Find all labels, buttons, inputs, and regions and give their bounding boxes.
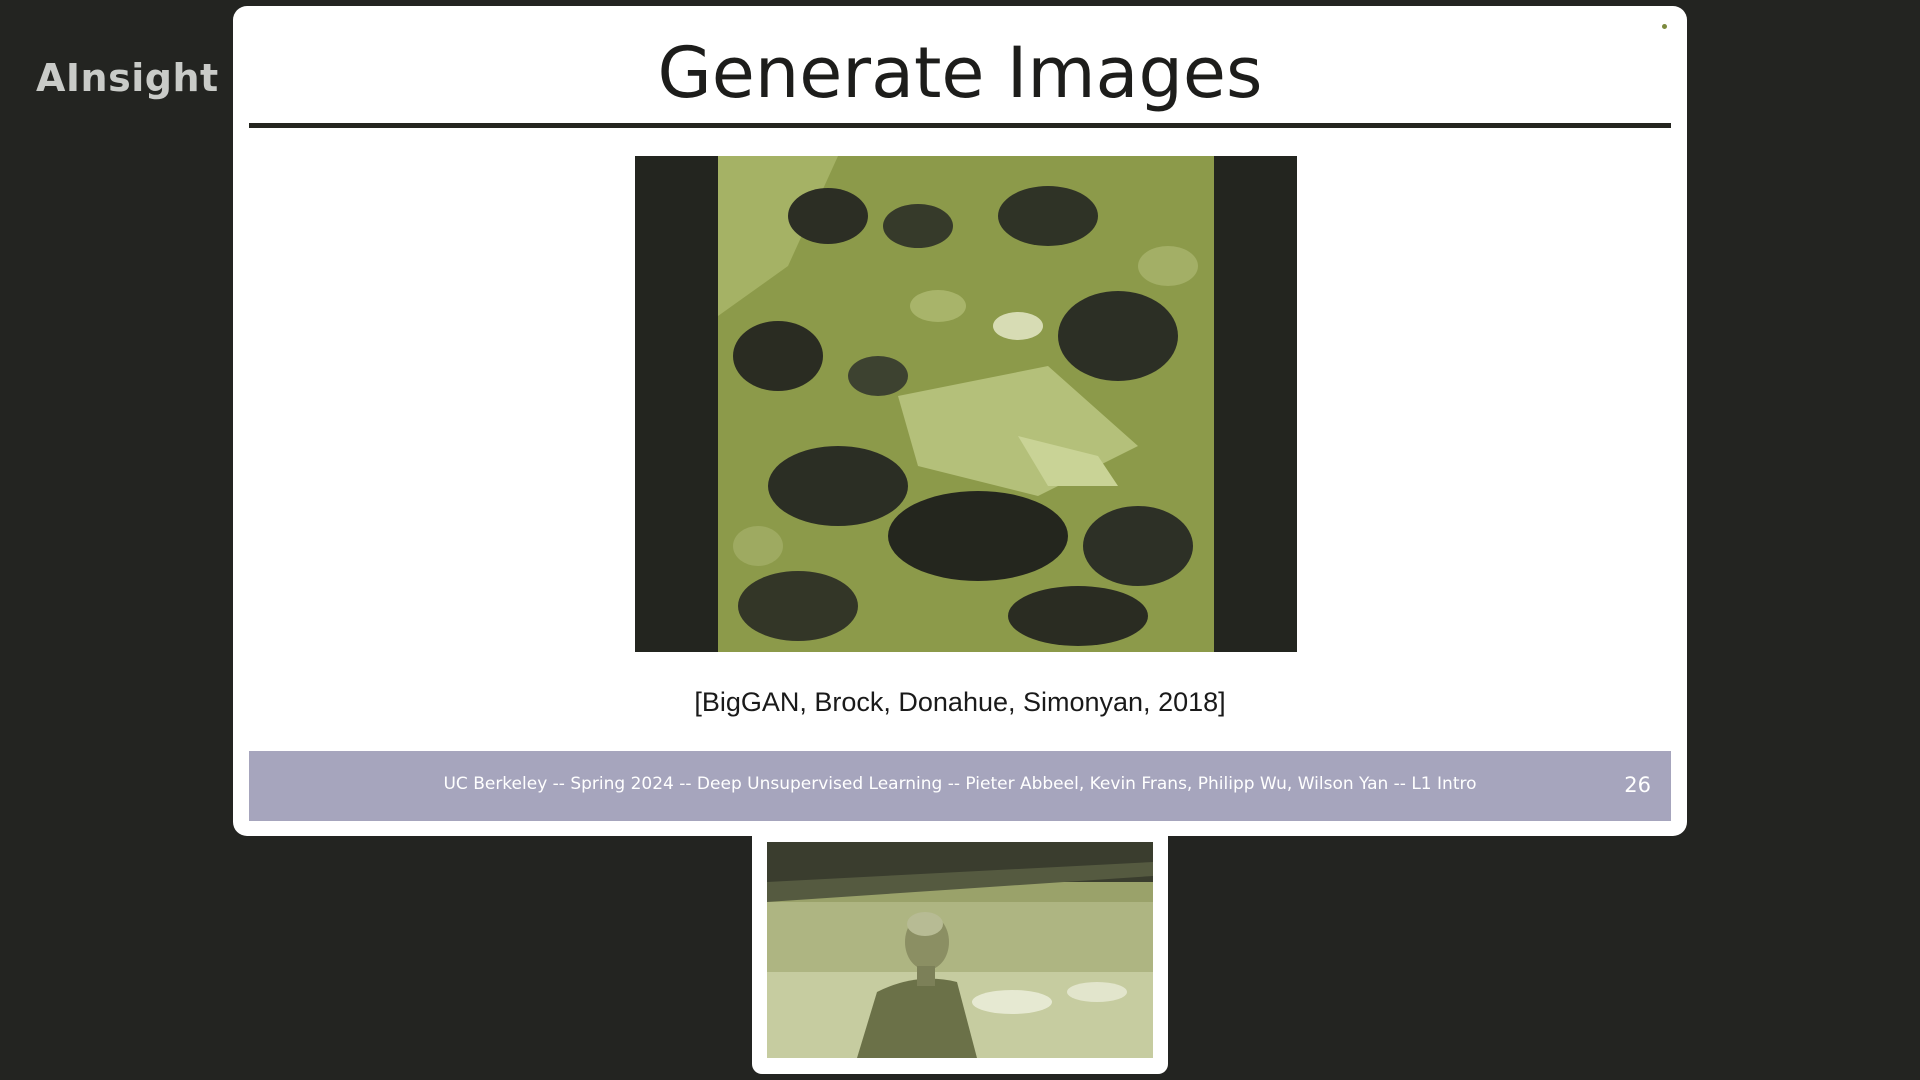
slide-corner-dot [1662, 24, 1667, 29]
generated-image-video[interactable] [635, 156, 1297, 652]
title-divider [249, 123, 1671, 128]
presentation-slide: Generate Images [BigGAN, Brock, Donahue,… [233, 6, 1687, 836]
brand-name: AInsight [36, 56, 219, 100]
speaker-camera-feed[interactable] [767, 842, 1153, 1058]
generated-image-frame [718, 156, 1214, 652]
footer-course-info: UC Berkeley -- Spring 2024 -- Deep Unsup… [443, 774, 1477, 794]
slide-title: Generate Images [657, 32, 1263, 114]
speaker-video-frame [767, 842, 1153, 1058]
speaker-camera-panel [752, 836, 1168, 1074]
image-citation: [BigGAN, Brock, Donahue, Simonyan, 2018] [694, 687, 1226, 717]
slide-page-number: 26 [1624, 773, 1651, 797]
slide-footer: UC Berkeley -- Spring 2024 -- Deep Unsup… [249, 751, 1671, 821]
